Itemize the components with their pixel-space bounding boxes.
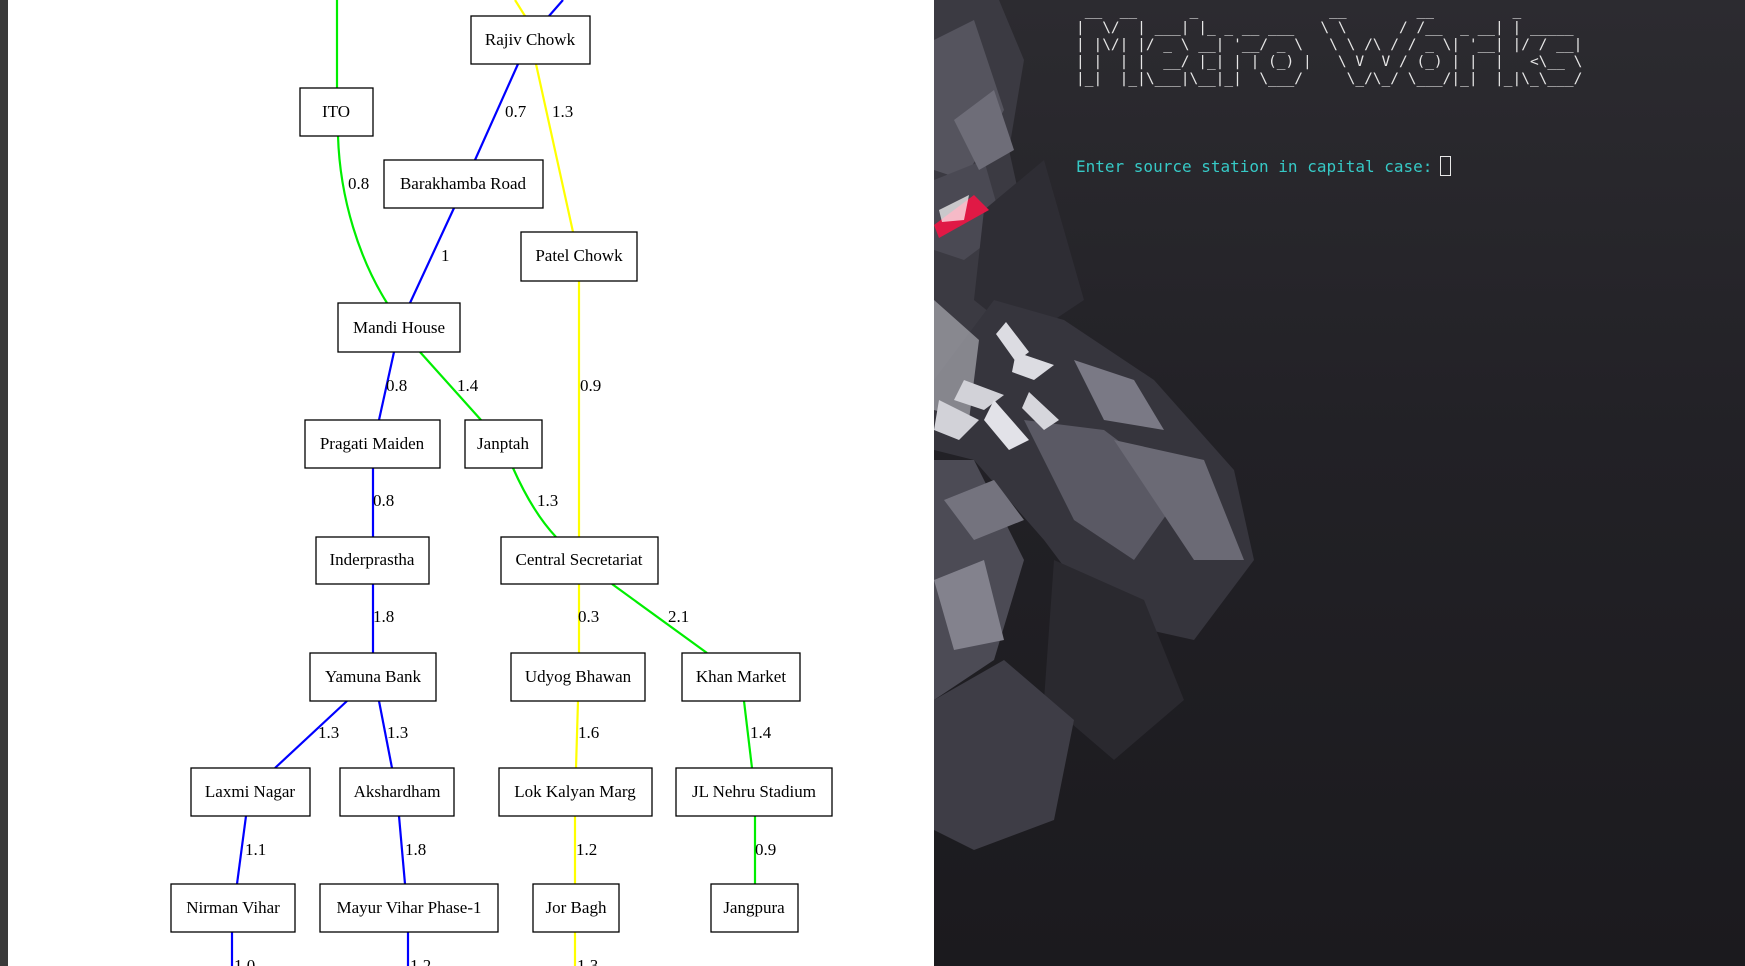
station-node: ITO	[299, 87, 374, 137]
terminal-window[interactable]: __ __ _ __ __ _ | \/ | ___| |_ _ __ ___ …	[934, 0, 1745, 966]
station-node: Khan Market	[681, 652, 801, 702]
edge-label: 0.9	[755, 840, 776, 859]
station-label: Jor Bagh	[546, 898, 607, 917]
edge-label: 0.9	[580, 376, 601, 395]
station-node: Jor Bagh	[532, 883, 620, 933]
station-node: Patel Chowk	[520, 231, 638, 282]
edge-label: 1.3	[318, 723, 339, 742]
station-node: Mandi House	[337, 302, 461, 353]
station-node: Janptah	[464, 419, 543, 469]
station-label: Pragati Maiden	[320, 434, 425, 453]
metro-network-graph: 0.7 1.3 0.8 1 0.8 1.4 0.9 0.8 1.3 1.8 0.…	[170, 0, 833, 966]
edge-label: 0.3	[578, 607, 599, 626]
edge-line-rajiv-top-blue	[548, 0, 564, 17]
ascii-title: __ __ _ __ __ _ | \/ | ___| |_ _ __ ___ …	[1076, 3, 1583, 87]
edge-label: 2.1	[668, 607, 689, 626]
edge-label: 0.7	[505, 102, 527, 121]
edge-label: 1	[441, 246, 450, 265]
edge-label: 1.2	[410, 956, 431, 966]
viewer-left-border	[0, 0, 8, 966]
prompt-text: Enter source station in capital case:	[1076, 156, 1433, 176]
station-label: Inderprastha	[330, 550, 415, 569]
graph-viewer: 0.7 1.3 0.8 1 0.8 1.4 0.9 0.8 1.3 1.8 0.…	[0, 0, 934, 966]
station-node: Yamuna Bank	[309, 652, 437, 702]
edge-label: 0.8	[373, 491, 394, 510]
edge-label: 1.8	[405, 840, 426, 859]
station-label: Janptah	[477, 434, 529, 453]
station-node: Lok Kalyan Marg	[498, 767, 653, 817]
station-label: Udyog Bhawan	[525, 667, 632, 686]
station-label: JL Nehru Stadium	[692, 782, 816, 801]
station-label: Patel Chowk	[535, 246, 623, 265]
station-node: JL Nehru Stadium	[675, 767, 833, 817]
prompt-line[interactable]: Enter source station in capital case:	[1076, 156, 1452, 176]
station-label: Jangpura	[723, 898, 785, 917]
station-node: Laxmi Nagar	[190, 767, 311, 817]
edge-label: 1.3	[387, 723, 408, 742]
station-label: Mandi House	[353, 318, 445, 337]
station-node: Inderprastha	[315, 536, 430, 585]
edge-label: 1.4	[457, 376, 479, 395]
edge-label: 1.3	[537, 491, 558, 510]
station-node: Mayur Vihar Phase-1	[319, 883, 499, 933]
edge-label: 1.2	[576, 840, 597, 859]
edge-label: 1.3	[577, 956, 598, 966]
edge-label: 1.0	[234, 956, 255, 966]
station-label: Nirman Vihar	[186, 898, 280, 917]
edge-line-ito-mandi	[336, 135, 388, 304]
black-panther-wallpaper	[934, 0, 1254, 850]
station-label: Central Secretariat	[516, 550, 643, 569]
station-label: Lok Kalyan Marg	[514, 782, 636, 801]
station-node: Jangpura	[710, 883, 799, 933]
edge-label: 0.8	[348, 174, 369, 193]
edge-line-rajiv-top-yellow	[514, 0, 526, 17]
station-label: Laxmi Nagar	[205, 782, 295, 801]
station-label: Mayur Vihar Phase-1	[336, 898, 481, 917]
station-label: ITO	[322, 102, 350, 121]
edge-label: 1.8	[373, 607, 394, 626]
station-label: Khan Market	[696, 667, 786, 686]
edge-label: 0.8	[386, 376, 407, 395]
station-label: Akshardham	[354, 782, 441, 801]
text-cursor[interactable]	[1440, 156, 1452, 176]
station-label: Rajiv Chowk	[485, 30, 576, 49]
station-label: Barakhamba Road	[400, 174, 527, 193]
station-node: Nirman Vihar	[170, 883, 296, 933]
edge-label: 1.6	[578, 723, 599, 742]
station-node: Akshardham	[339, 767, 455, 817]
station-node: Udyog Bhawan	[510, 652, 646, 702]
station-node: Pragati Maiden	[304, 419, 441, 469]
station-node: Central Secretariat	[500, 536, 659, 585]
edge-label: 1.3	[552, 102, 573, 121]
station-node: Rajiv Chowk	[470, 15, 591, 65]
station-label: Yamuna Bank	[325, 667, 422, 686]
edge-line-central-khan	[611, 583, 708, 654]
edge-label: 1.4	[750, 723, 772, 742]
edge-label: 1.1	[245, 840, 266, 859]
station-node: Barakhamba Road	[383, 159, 544, 209]
